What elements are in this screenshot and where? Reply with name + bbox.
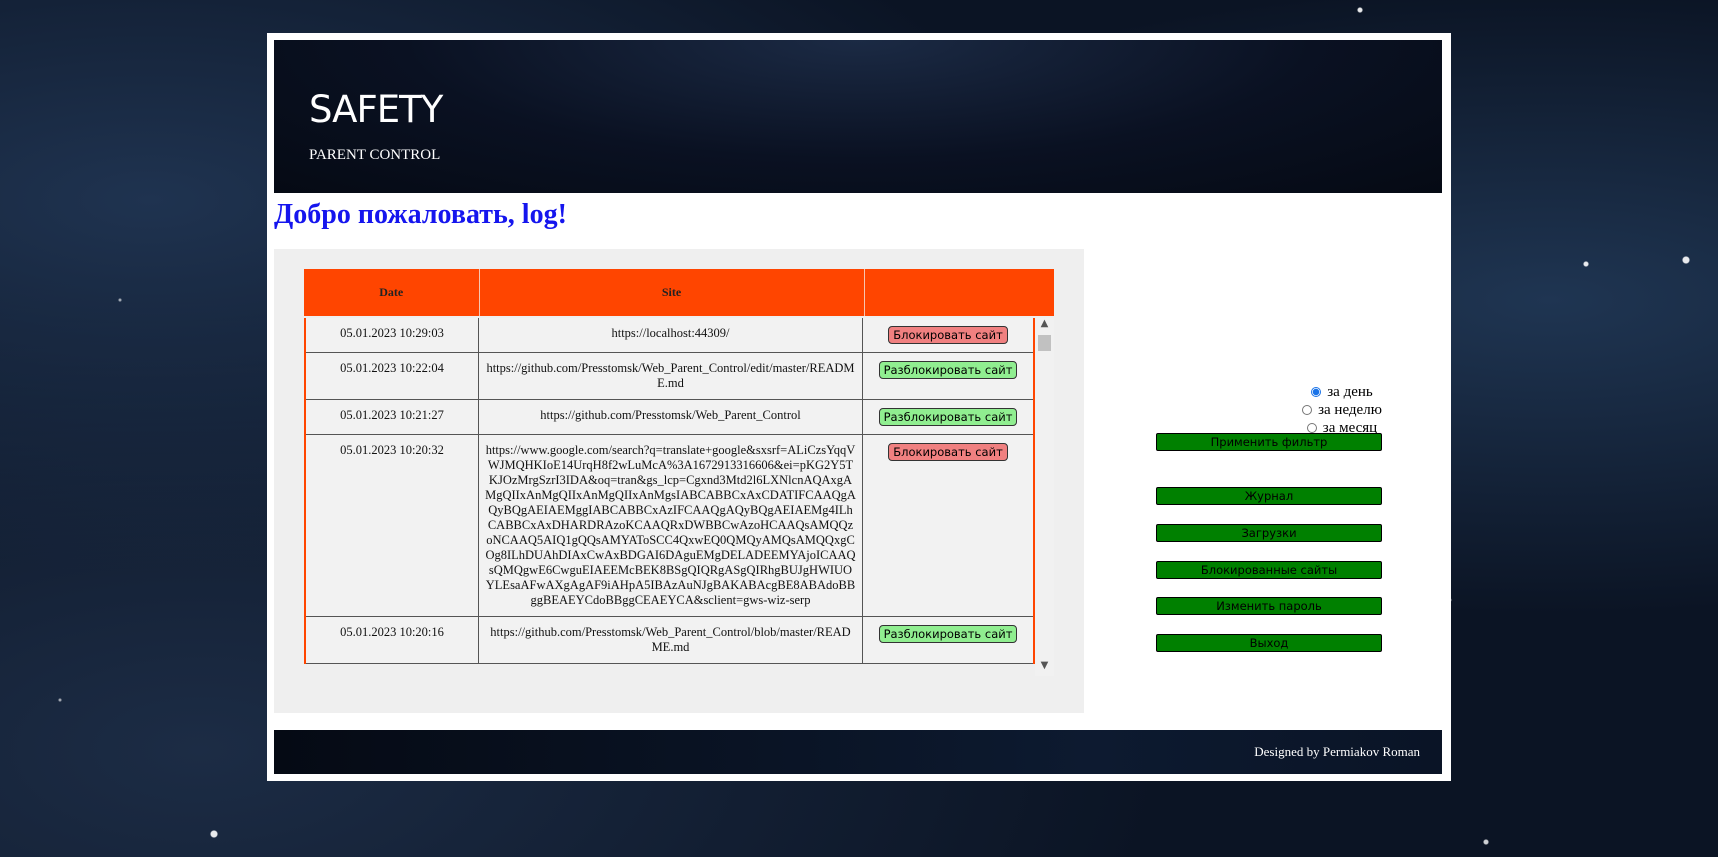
block-site-button[interactable]: Блокировать сайт bbox=[888, 326, 1008, 344]
table-row: 05.01.2023 10:22:04 https://github.com/P… bbox=[306, 353, 1033, 400]
journal-button[interactable]: Журнал bbox=[1156, 487, 1382, 505]
radio-day[interactable] bbox=[1311, 387, 1322, 397]
row-date: 05.01.2023 10:22:04 bbox=[306, 353, 479, 399]
filter-label-day: за день bbox=[1327, 383, 1373, 400]
row-site: https://www.google.com/search?q=translat… bbox=[479, 435, 863, 616]
site-footer: Designed by Permiakov Roman bbox=[274, 730, 1442, 774]
row-date: 05.01.2023 10:20:32 bbox=[306, 435, 479, 616]
row-action-cell: Разблокировать сайт bbox=[863, 617, 1033, 663]
row-date: 05.01.2023 10:21:27 bbox=[306, 400, 479, 434]
table-row: 05.01.2023 10:29:03 https://localhost:44… bbox=[306, 318, 1033, 353]
blocked-sites-button[interactable]: Блокированные сайты bbox=[1156, 561, 1382, 579]
footer-credit: Designed by Permiakov Roman bbox=[1254, 744, 1420, 759]
row-date: 05.01.2023 10:20:16 bbox=[306, 617, 479, 663]
column-header-action bbox=[865, 269, 1055, 316]
row-action-cell: Разблокировать сайт bbox=[863, 400, 1033, 434]
row-site: https://github.com/Presstomsk/Web_Parent… bbox=[479, 617, 863, 663]
site-logo: SAFETY bbox=[309, 88, 443, 131]
page-frame: SAFETY PARENT CONTROL Добро пожаловать, … bbox=[267, 33, 1451, 781]
logout-button[interactable]: Выход bbox=[1156, 634, 1382, 652]
radio-week[interactable] bbox=[1302, 405, 1313, 415]
site-header: SAFETY PARENT CONTROL bbox=[274, 40, 1442, 193]
radio-month[interactable] bbox=[1306, 423, 1317, 433]
period-filter: за день за неделю за месяц bbox=[1232, 383, 1452, 437]
column-header-site: Site bbox=[480, 269, 865, 316]
table-body[interactable]: 05.01.2023 10:29:03 https://localhost:44… bbox=[304, 318, 1054, 676]
unblock-site-button[interactable]: Разблокировать сайт bbox=[878, 361, 1018, 379]
table-header: Date Site bbox=[304, 269, 1054, 316]
filter-option-day[interactable]: за день bbox=[1232, 383, 1452, 401]
filter-option-week[interactable]: за неделю bbox=[1232, 401, 1452, 419]
scroll-up-arrow-icon[interactable]: ▲ bbox=[1035, 318, 1054, 334]
row-action-cell: Блокировать сайт bbox=[863, 435, 1033, 616]
row-date: 05.01.2023 10:29:03 bbox=[306, 318, 479, 352]
filter-label-week: за неделю bbox=[1318, 401, 1382, 418]
scroll-down-arrow-icon[interactable]: ▼ bbox=[1035, 660, 1054, 676]
apply-filter-button[interactable]: Применить фильтр bbox=[1156, 433, 1382, 451]
unblock-site-button[interactable]: Разблокировать сайт bbox=[878, 625, 1018, 643]
table-rows: 05.01.2023 10:29:03 https://localhost:44… bbox=[304, 318, 1035, 664]
scrollbar-thumb[interactable] bbox=[1038, 335, 1051, 351]
row-site: https://github.com/Presstomsk/Web_Parent… bbox=[479, 400, 863, 434]
table-scrollbar[interactable]: ▲ ▼ bbox=[1035, 318, 1054, 676]
block-site-button[interactable]: Блокировать сайт bbox=[888, 443, 1008, 461]
change-password-button[interactable]: Изменить пароль bbox=[1156, 597, 1382, 615]
row-site: https://github.com/Presstomsk/Web_Parent… bbox=[479, 353, 863, 399]
row-site: https://localhost:44309/ bbox=[479, 318, 863, 352]
unblock-site-button[interactable]: Разблокировать сайт bbox=[878, 408, 1018, 426]
table-row: 05.01.2023 10:20:32 https://www.google.c… bbox=[306, 435, 1033, 617]
site-tagline: PARENT CONTROL bbox=[309, 147, 441, 163]
row-action-cell: Блокировать сайт bbox=[863, 318, 1033, 352]
row-action-cell: Разблокировать сайт bbox=[863, 353, 1033, 399]
column-header-date: Date bbox=[304, 269, 480, 316]
welcome-heading: Добро пожаловать, log! bbox=[274, 199, 567, 230]
table-row: 05.01.2023 10:21:27 https://github.com/P… bbox=[306, 400, 1033, 435]
table-row: 05.01.2023 10:20:16 https://github.com/P… bbox=[306, 617, 1033, 664]
history-panel: Date Site 05.01.2023 10:29:03 https://lo… bbox=[274, 249, 1084, 713]
downloads-button[interactable]: Загрузки bbox=[1156, 524, 1382, 542]
